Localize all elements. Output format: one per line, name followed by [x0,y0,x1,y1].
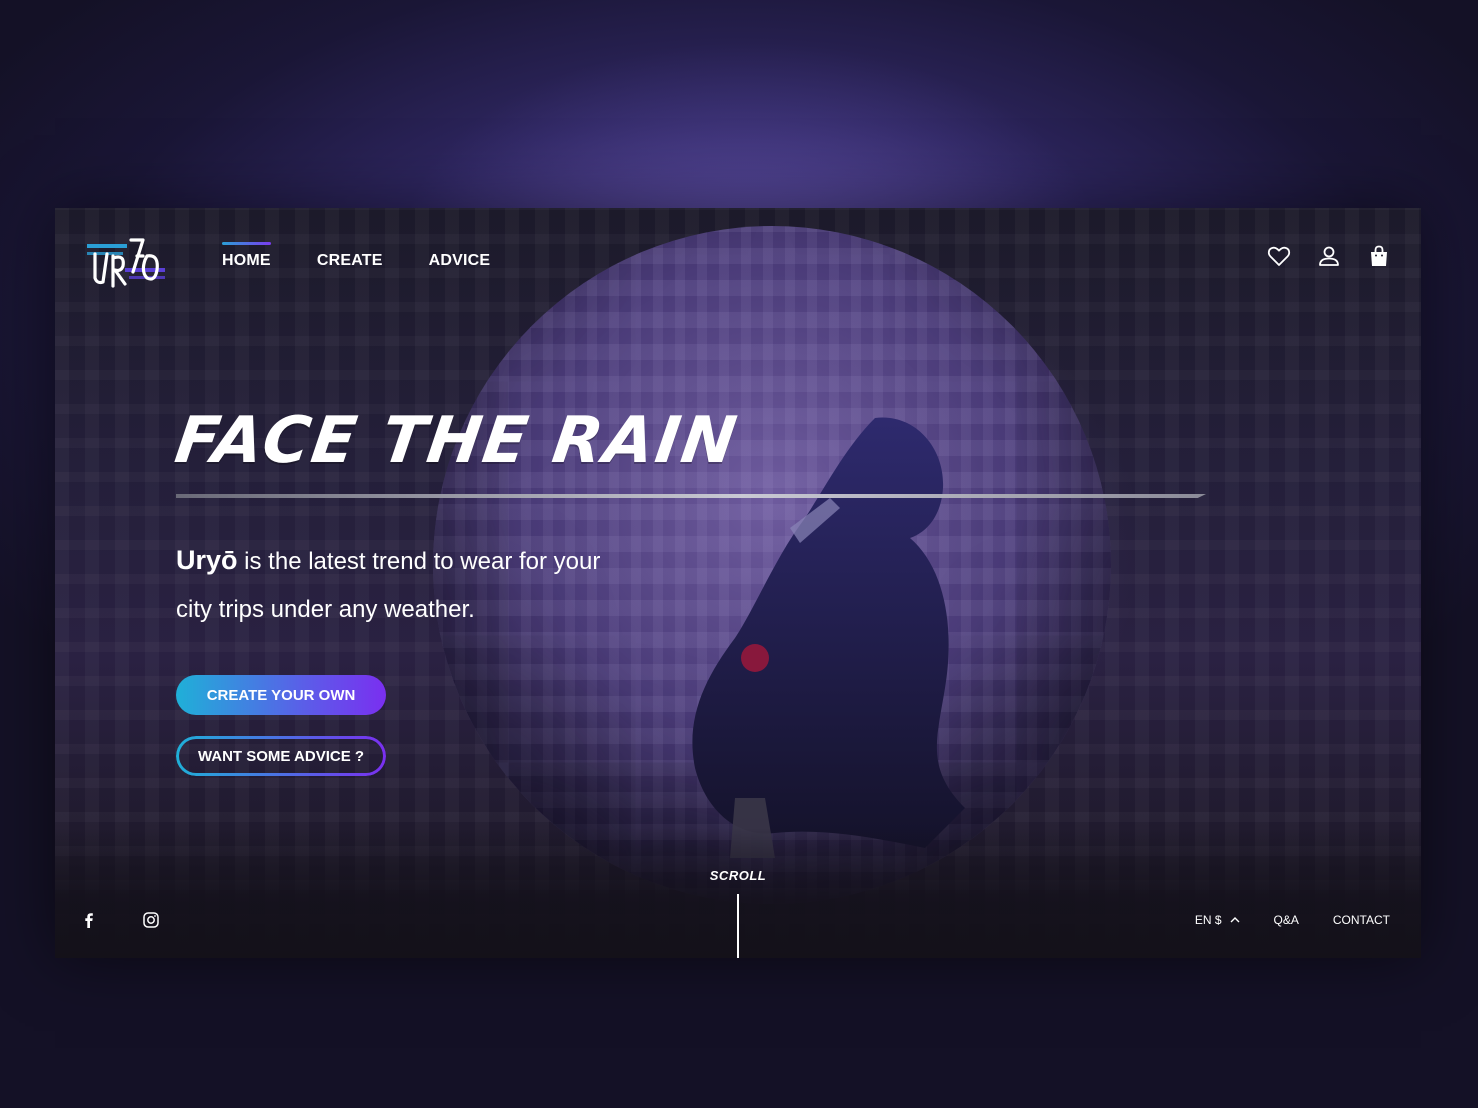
hero-title: FACE THE RAIN [170,404,743,478]
scroll-line [737,894,739,958]
qa-link[interactable]: Q&A [1274,913,1299,927]
nav-advice[interactable]: ADVICE [429,252,491,270]
want-some-advice-label: WANT SOME ADVICE ? [197,747,365,765]
shopping-bag-icon[interactable] [1367,244,1391,268]
contact-link[interactable]: CONTACT [1333,913,1390,927]
hero-description-text: is the latest trend to wear for your cit… [176,548,601,623]
user-icon[interactable] [1317,244,1341,268]
footer-links: EN $ Q&A CONTACT [1195,913,1390,927]
want-some-advice-button[interactable]: WANT SOME ADVICE ? [176,736,386,776]
social-links [81,912,159,928]
create-your-own-button[interactable]: CREATE YOUR OWN [176,675,386,715]
nav-create[interactable]: CREATE [317,252,383,270]
landing-frame: HOME CREATE ADVICE FACE THE RAIN Uryō is… [55,208,1421,958]
locale-label: EN $ [1194,913,1222,927]
header-actions [1267,244,1391,268]
heart-icon[interactable] [1267,244,1291,268]
uryo-logo[interactable] [85,232,169,292]
hero-description: Uryō is the latest trend to wear for you… [176,536,616,634]
nav-home[interactable]: HOME [222,242,271,270]
locale-selector[interactable]: EN $ [1195,913,1240,927]
main-nav: HOME CREATE ADVICE [222,242,491,270]
scroll-label[interactable]: SCROLL [709,868,767,883]
hero-brand-word: Uryō [176,545,238,575]
chevron-up-icon [1230,917,1240,923]
hero-divider [176,494,1206,498]
facebook-icon[interactable] [81,912,97,928]
instagram-icon[interactable] [143,912,159,928]
